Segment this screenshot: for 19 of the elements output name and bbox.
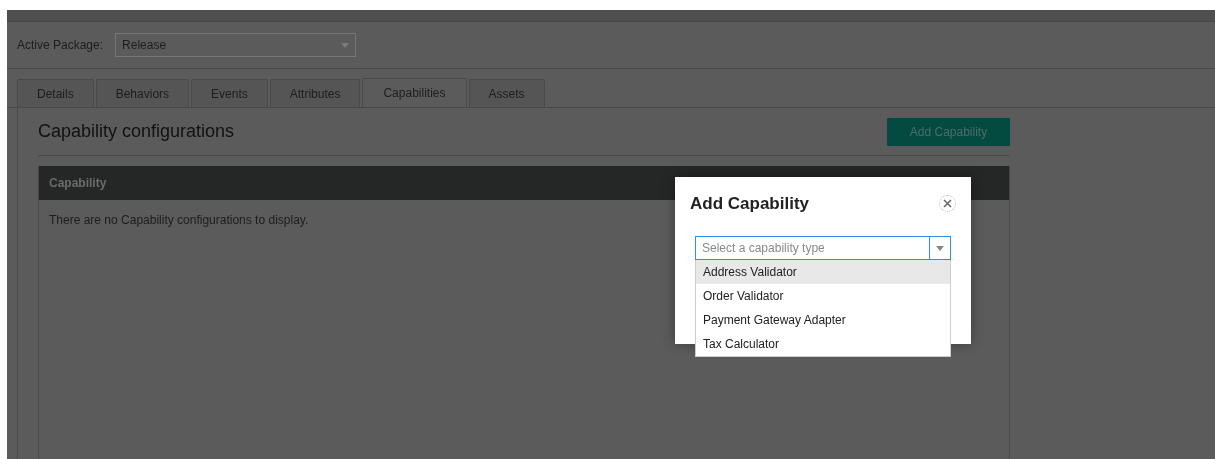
column-header: Capability xyxy=(49,175,107,192)
dropdown-option[interactable]: Address Validator xyxy=(696,260,950,284)
package-label: Active Package: xyxy=(17,37,104,54)
tab[interactable]: Capabilities xyxy=(362,78,467,107)
tab[interactable]: Assets xyxy=(468,79,545,107)
caret-icon xyxy=(936,245,944,251)
add-capability-button[interactable]: Add Capability xyxy=(887,117,1010,146)
tab[interactable]: Attributes xyxy=(269,79,361,107)
capability-type-select[interactable]: Select a capability type xyxy=(695,236,930,260)
tab[interactable]: Behaviors xyxy=(95,79,190,107)
tab[interactable]: Details xyxy=(17,79,94,107)
tab[interactable]: Events xyxy=(191,79,268,107)
dropdown-toggle[interactable] xyxy=(930,236,951,260)
caret-icon xyxy=(341,42,350,48)
dialog-title: Add Capability xyxy=(690,193,809,215)
empty-message: There are no Capability configurations to display. xyxy=(49,212,309,229)
section-title: Capability configurations xyxy=(38,120,235,143)
package-dropdown[interactable]: Release xyxy=(115,33,357,57)
close-icon xyxy=(943,199,952,209)
